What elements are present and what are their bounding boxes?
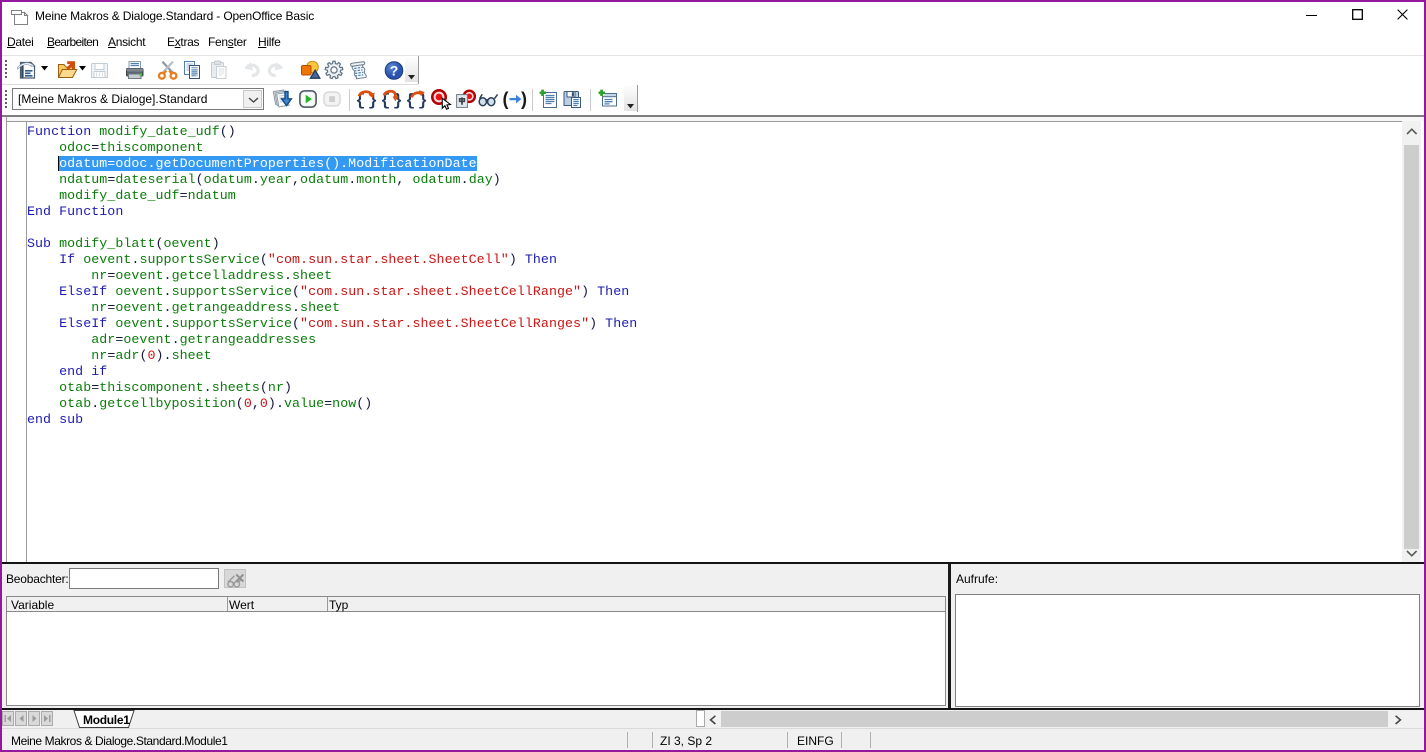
svg-text:): ) xyxy=(521,89,527,109)
svg-text:(: ( xyxy=(503,89,509,109)
svg-text:?: ? xyxy=(390,63,399,79)
